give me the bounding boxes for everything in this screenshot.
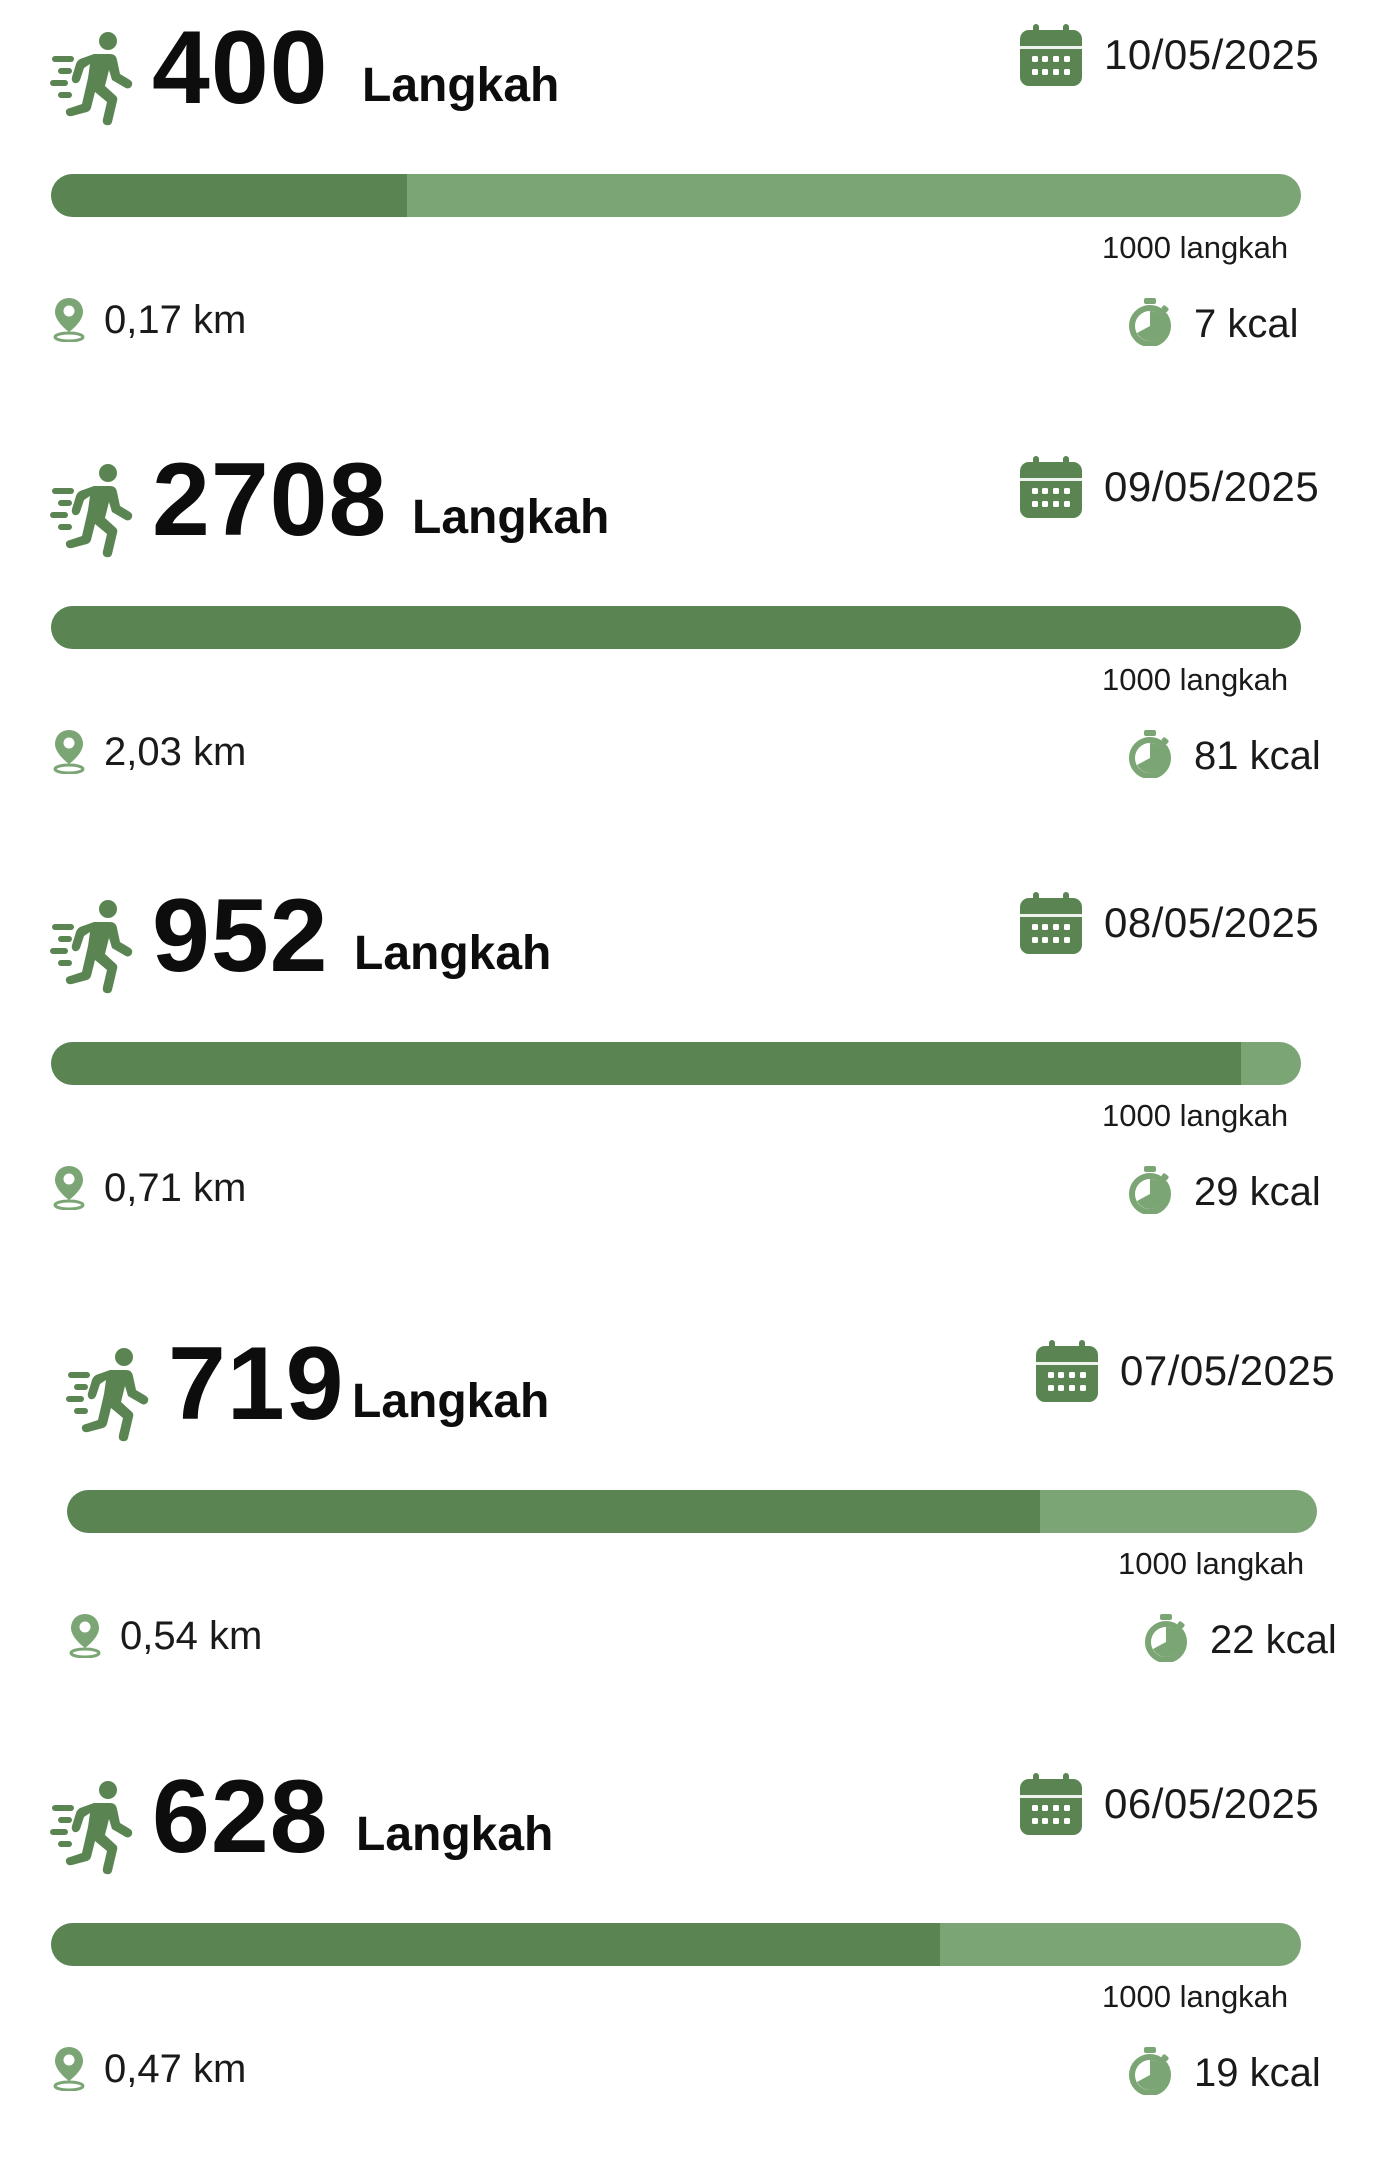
calories-value: 81 kcal: [1194, 734, 1321, 778]
distance-value: 0,47 km: [104, 2047, 247, 2091]
entry-date: 08/05/2025: [1104, 899, 1320, 946]
step-entry[interactable]: 719 Langkah 07/05/2025 1000 langkah 0,54…: [16, 1316, 1380, 1746]
calendar-icon: [1020, 892, 1082, 954]
step-unit-label: Langkah: [356, 1808, 554, 1861]
running-person-icon: [50, 898, 134, 994]
step-goal-label: 1000 langkah: [1118, 1546, 1305, 1581]
step-entry[interactable]: 2708 Langkah 09/05/2025 1000 langkah 2,0…: [0, 432, 1380, 862]
entry-date: 09/05/2025: [1104, 463, 1320, 510]
running-person-icon: [50, 30, 134, 126]
entry-date: 10/05/2025: [1104, 31, 1320, 78]
distance-value: 2,03 km: [104, 730, 247, 774]
step-goal-label: 1000 langkah: [1102, 230, 1289, 265]
distance-value: 0,54 km: [120, 1614, 263, 1658]
step-unit-label: Langkah: [354, 927, 552, 980]
location-pin-icon: [52, 2045, 86, 2091]
progress-bar: [51, 606, 1301, 649]
distance-value: 0,71 km: [104, 1166, 247, 1210]
calories-value: 7 kcal: [1194, 302, 1299, 346]
entry-date: 07/05/2025: [1120, 1347, 1336, 1394]
progress-bar: [51, 1042, 1301, 1085]
progress-bar: [67, 1490, 1317, 1533]
entry-date: 06/05/2025: [1104, 1780, 1320, 1827]
step-entry[interactable]: 628 Langkah 06/05/2025 1000 langkah 0,47…: [0, 1749, 1380, 2179]
running-person-icon: [50, 1779, 134, 1875]
step-goal-label: 1000 langkah: [1102, 1098, 1289, 1133]
step-entry[interactable]: 952 Langkah 08/05/2025 1000 langkah 0,71…: [0, 868, 1380, 1298]
running-person-icon: [50, 462, 134, 558]
location-pin-icon: [68, 1612, 102, 1658]
step-goal-label: 1000 langkah: [1102, 1979, 1289, 2014]
progress-bar: [51, 1923, 1301, 1966]
progress-bar-fill: [51, 1042, 1241, 1085]
location-pin-icon: [52, 296, 86, 342]
calories-value: 19 kcal: [1194, 2051, 1321, 2095]
distance-value: 0,17 km: [104, 298, 247, 342]
step-count: 2708: [152, 442, 388, 558]
stopwatch-icon: [1128, 730, 1172, 778]
stopwatch-icon: [1128, 298, 1172, 346]
stopwatch-icon: [1128, 1166, 1172, 1214]
location-pin-icon: [52, 728, 86, 774]
step-unit-label: Langkah: [362, 59, 560, 112]
stopwatch-icon: [1144, 1614, 1188, 1662]
running-person-icon: [66, 1346, 150, 1442]
progress-bar-fill: [67, 1490, 1040, 1533]
calories-value: 22 kcal: [1210, 1618, 1337, 1662]
location-pin-icon: [52, 1164, 86, 1210]
step-unit-label: Langkah: [352, 1375, 550, 1428]
calendar-icon: [1020, 24, 1082, 86]
calendar-icon: [1036, 1340, 1098, 1402]
calendar-icon: [1020, 1773, 1082, 1835]
step-count: 952: [152, 878, 329, 994]
step-goal-label: 1000 langkah: [1102, 662, 1289, 697]
progress-bar-fill: [51, 1923, 940, 1966]
step-unit-label: Langkah: [412, 491, 610, 544]
progress-bar-fill: [51, 606, 1301, 649]
stopwatch-icon: [1128, 2047, 1172, 2095]
calendar-icon: [1020, 456, 1082, 518]
step-count: 400: [152, 10, 329, 126]
calories-value: 29 kcal: [1194, 1170, 1321, 1214]
step-count: 628: [152, 1759, 329, 1875]
progress-bar: [51, 174, 1301, 217]
step-entry[interactable]: 400 Langkah 10/05/2025 1000 langkah 0,17…: [0, 0, 1380, 430]
progress-bar-fill: [51, 174, 408, 217]
step-count: 719: [168, 1326, 345, 1442]
